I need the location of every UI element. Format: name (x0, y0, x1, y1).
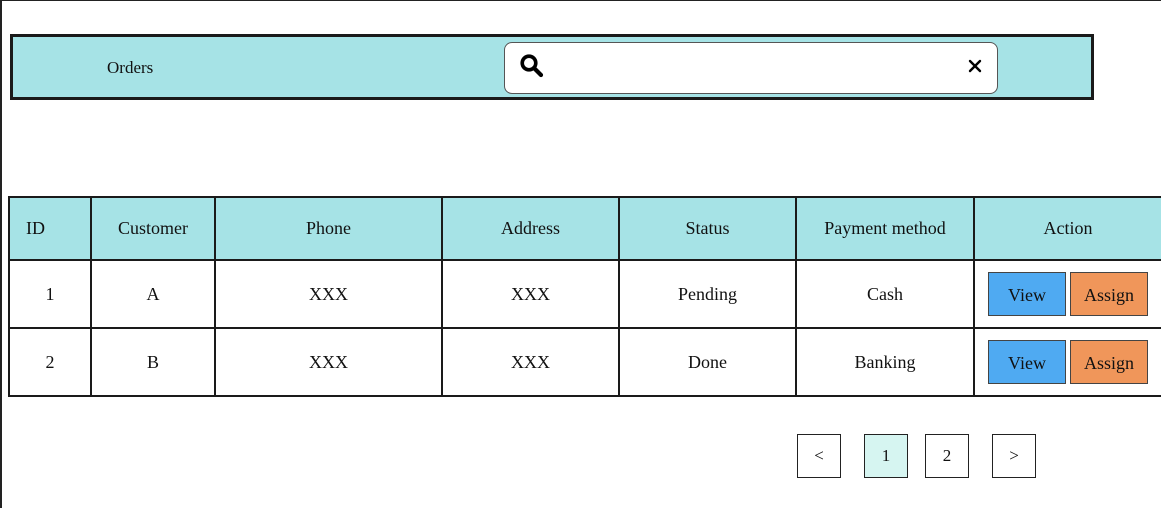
column-header-payment-method: Payment method (795, 196, 975, 261)
pagination-page-2[interactable]: 2 (925, 434, 969, 478)
table-header-row: ID Customer Phone Address Status Payment… (8, 196, 1161, 261)
cell-customer: A (90, 259, 216, 329)
pagination-prev-button[interactable]: < (797, 434, 841, 478)
orders-table: ID Customer Phone Address Status Payment… (8, 196, 1161, 397)
cell-status: Pending (618, 259, 797, 329)
column-header-action: Action (973, 196, 1161, 261)
table-row: 2 B XXX XXX Done Banking View Assign (8, 327, 1161, 397)
cell-action: View Assign (973, 259, 1161, 329)
column-header-status: Status (618, 196, 797, 261)
search-box[interactable] (504, 42, 998, 94)
view-button[interactable]: View (988, 340, 1066, 384)
top-bar: Orders (10, 34, 1094, 100)
cell-customer: B (90, 327, 216, 397)
cell-address: XXX (441, 259, 620, 329)
cell-payment-method: Banking (795, 327, 975, 397)
assign-button[interactable]: Assign (1070, 272, 1148, 316)
column-header-customer: Customer (90, 196, 216, 261)
column-header-address: Address (441, 196, 620, 261)
pagination-page-1[interactable]: 1 (864, 434, 908, 478)
column-header-id: ID (8, 196, 92, 261)
cell-payment-method: Cash (795, 259, 975, 329)
cell-id: 1 (8, 259, 92, 329)
view-button[interactable]: View (988, 272, 1066, 316)
close-icon[interactable] (967, 58, 983, 74)
assign-button[interactable]: Assign (1070, 340, 1148, 384)
cell-status: Done (618, 327, 797, 397)
cell-phone: XXX (214, 259, 443, 329)
page-title: Orders (107, 58, 154, 77)
table-row: 1 A XXX XXX Pending Cash View Assign (8, 259, 1161, 329)
column-header-phone: Phone (214, 196, 443, 261)
cell-id: 2 (8, 327, 92, 397)
cell-phone: XXX (214, 327, 443, 397)
cell-action: View Assign (973, 327, 1161, 397)
search-icon (520, 54, 544, 78)
cell-address: XXX (441, 327, 620, 397)
pagination-next-button[interactable]: > (992, 434, 1036, 478)
search-input[interactable] (553, 51, 953, 85)
